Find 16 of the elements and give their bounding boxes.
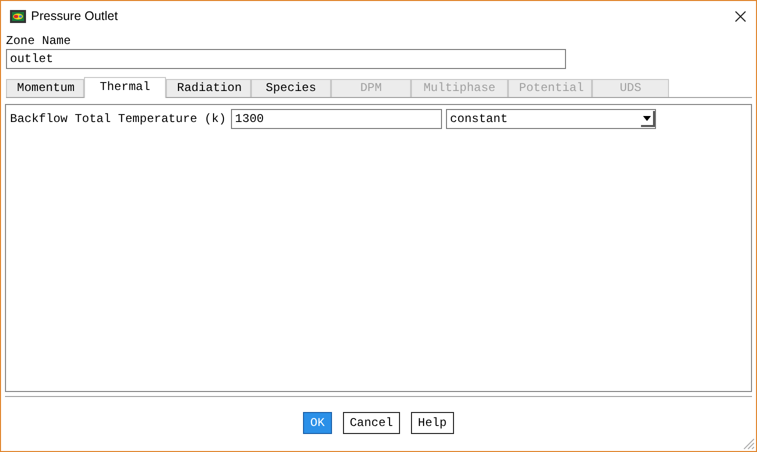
resize-grip-icon[interactable] xyxy=(743,438,755,450)
tab[interactable]: Species xyxy=(251,79,331,97)
field-label: Zone Name xyxy=(6,34,72,49)
input-field[interactable]: outlet xyxy=(6,49,566,69)
input-field[interactable]: 1300 xyxy=(231,109,442,129)
caret-icon[interactable] xyxy=(641,111,656,127)
app-icon xyxy=(10,10,26,22)
tab[interactable]: Thermal xyxy=(84,77,166,98)
dialog-button[interactable]: Help xyxy=(410,412,454,434)
window-title: Pressure Outlet xyxy=(31,9,119,23)
tab[interactable]: Radiation xyxy=(166,79,251,97)
close-icon[interactable] xyxy=(735,10,746,22)
dropdown[interactable]: constant xyxy=(446,109,656,129)
dialog-button[interactable]: Cancel xyxy=(342,412,400,434)
field-label: Backflow Total Temperature (k) xyxy=(10,112,226,126)
tab[interactable]: Momentum xyxy=(6,79,84,97)
